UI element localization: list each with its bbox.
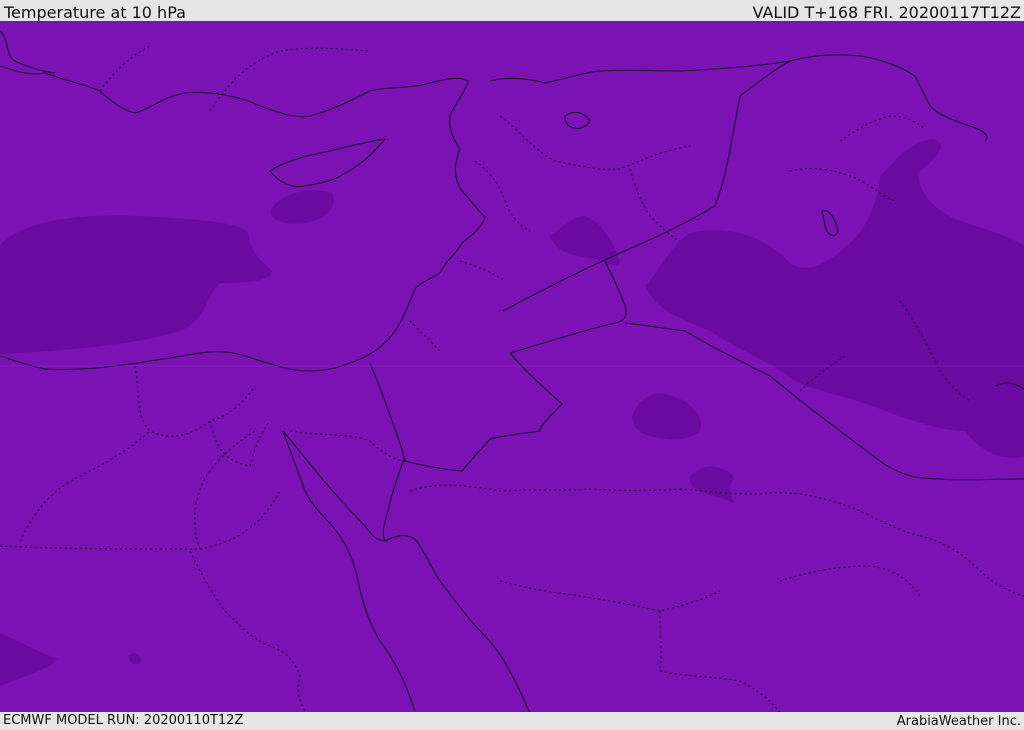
- coastline-north-africa: [0, 351, 351, 372]
- credit: ArabiaWeather Inc.: [896, 714, 1021, 729]
- cold-contour-regions: [0, 139, 1024, 686]
- map-title: Temperature at 10 hPa: [4, 3, 186, 22]
- coastline-red-sea-west: [282, 430, 416, 712]
- contour-region-africa-west: [0, 633, 58, 686]
- contour-region-mediterranean: [0, 215, 272, 354]
- coastline-caspian-west: [914, 75, 988, 142]
- coastline-cyprus: [269, 138, 387, 188]
- coastline-aegean: [0, 30, 56, 74]
- border-egypt-israel: [369, 362, 406, 462]
- coastline-levant: [349, 148, 486, 364]
- coastline-lake-van: [564, 111, 591, 129]
- contour-region-saudi-center: [689, 466, 735, 503]
- contour-region-small-spot: [128, 653, 141, 665]
- coastline-red-sea-east: [382, 455, 531, 712]
- weather-map[interactable]: [0, 21, 1024, 712]
- coastline-lake-urmia: [821, 210, 839, 237]
- coastline-turkey-south: [0, 65, 469, 150]
- contour-region-cyprus: [270, 190, 334, 224]
- model-run: ECMWF MODEL RUN: 20200110T12Z: [3, 713, 244, 728]
- coastline-black-sea: [489, 54, 916, 84]
- map-header: Temperature at 10 hPa VALID T+168 FRI. 2…: [0, 0, 1024, 22]
- border-jordan-saudi: [404, 352, 563, 472]
- border-iraq-jordan-saudi: [509, 260, 627, 354]
- contour-region-iraq-iran: [645, 139, 1024, 458]
- map-footer: ECMWF MODEL RUN: 20200110T12Z ArabiaWeat…: [0, 712, 1024, 729]
- valid-time: VALID T+168 FRI. 20200117T12Z: [752, 3, 1021, 22]
- contour-region-saudi-north: [632, 393, 701, 440]
- coastline-sinai: [282, 430, 386, 542]
- map-canvas: [0, 30, 1024, 712]
